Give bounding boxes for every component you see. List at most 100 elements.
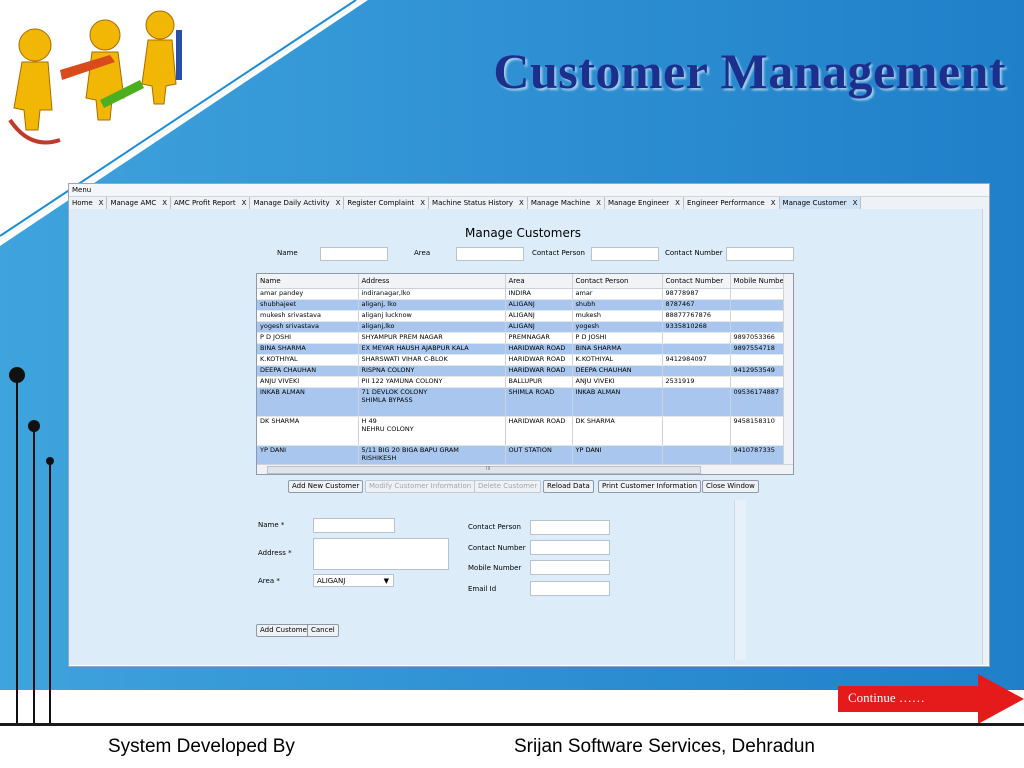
filter-contact-number-label: Contact Number: [665, 249, 723, 257]
form-address-textarea[interactable]: [313, 538, 449, 570]
grid-vertical-scrollbar[interactable]: [783, 274, 793, 464]
tab-manage-engineer[interactable]: Manage Engineer X: [605, 197, 684, 209]
table-row[interactable]: yogesh srivastava aliganj,lko ALIGANJ yoges…: [257, 321, 793, 333]
tab-close-icon[interactable]: X: [242, 197, 247, 209]
table-cell: ALIGANJ: [505, 299, 573, 311]
table-row[interactable]: RASNA PVT LTDSEKAKUI DEHRADUNOUT STATION…: [257, 475, 793, 476]
tab-close-icon[interactable]: X: [771, 197, 776, 209]
tab-manage-amc[interactable]: Manage AMC X: [107, 197, 172, 209]
delete-customer-button[interactable]: Delete Customer: [474, 480, 542, 493]
column-header[interactable]: Contact Person: [572, 274, 663, 289]
table-cell: SHARSWATI VIHAR C-BLOK: [358, 354, 506, 366]
form-name-label: Name *: [258, 521, 285, 529]
column-header[interactable]: Name: [257, 274, 359, 289]
table-cell: HARIDWAR ROAD: [505, 354, 573, 366]
table-cell: 88877767876: [662, 310, 731, 322]
cancel-button[interactable]: Cancel: [307, 624, 339, 637]
tab-home[interactable]: Home X: [69, 197, 108, 209]
table-row[interactable]: shubhajeet aliganj, lko ALIGANJ shubh 878746…: [257, 299, 793, 311]
form-area-select[interactable]: ALIGANJ ▼: [313, 574, 394, 587]
table-cell: RISPNA COLONY: [358, 365, 506, 377]
add-customer-button[interactable]: Add Customer: [256, 624, 314, 637]
tab-manage-daily-activity[interactable]: Manage Daily Activity X: [250, 197, 345, 209]
page-title: Manage Customers: [465, 226, 582, 240]
table-row[interactable]: DEEPA CHAUHAN RISPNA COLONY HARIDWAR ROAD D…: [257, 365, 793, 377]
tab-label: Manage Customer: [782, 199, 847, 207]
scrollbar-thumb[interactable]: III: [267, 466, 701, 474]
table-row[interactable]: mukesh srivastava aliganj lucknow ALIGANJ m…: [257, 310, 793, 322]
continue-label[interactable]: Continue ……: [848, 690, 925, 706]
column-header[interactable]: Area: [505, 274, 573, 289]
filter-contact-person-input[interactable]: [591, 247, 659, 261]
table-row[interactable]: ANJU VIVEKI PII 122 YAMUNA COLONY BALLUPUR…: [257, 376, 793, 388]
side-panel-scroll[interactable]: [734, 500, 746, 660]
chevron-down-icon[interactable]: ▼: [384, 575, 389, 588]
filter-name-label: Name: [277, 249, 298, 257]
filter-name-input[interactable]: [320, 247, 388, 261]
tab-close-icon[interactable]: X: [596, 197, 601, 209]
modify-customer-button[interactable]: Modify Customer Information: [365, 480, 476, 493]
column-header[interactable]: Address: [358, 274, 506, 289]
tab-close-icon[interactable]: X: [675, 197, 680, 209]
add-new-customer-button[interactable]: Add New Customer: [288, 480, 364, 493]
form-area-label: Area *: [258, 577, 280, 585]
tab-close-icon[interactable]: X: [162, 197, 167, 209]
tab-close-icon[interactable]: X: [99, 197, 104, 209]
menu-label[interactable]: Menu: [72, 186, 91, 194]
tab-close-icon[interactable]: X: [519, 197, 524, 209]
table-row[interactable]: DK SHARMA H 49 NEHRU COLONY HARIDWAR ROAD D…: [257, 416, 793, 446]
table-row[interactable]: BINA SHARMA EX MEYAR HAUSH AJABPUR KALA HA…: [257, 343, 793, 355]
tab-label: Manage Engineer: [607, 199, 670, 207]
table-cell: BINA SHARMA: [572, 343, 663, 355]
table-cell: indiranagar,lko: [358, 288, 506, 300]
table-row[interactable]: INKAB ALMAN 71 DEVLOK COLONY SHIMLA BYPAS…: [257, 387, 793, 417]
table-cell: HARIDWAR ROAD: [505, 365, 573, 377]
table-cell: DK SHARMA: [257, 416, 359, 446]
table-cell: K.KOTHIYAL: [257, 354, 359, 366]
table-cell: 8787467: [662, 299, 731, 311]
table-cell: ALIGANJ: [505, 310, 573, 322]
reload-data-button[interactable]: Reload Data: [543, 480, 594, 493]
customer-grid[interactable]: Name Address Area Contact Person Contact…: [256, 273, 794, 475]
table-cell: BALLUPUR: [505, 376, 573, 388]
table-cell: aliganj, lko: [358, 299, 506, 311]
tab-machine-status-history[interactable]: Machine Status History X: [429, 197, 528, 209]
table-cell: 98778987: [662, 288, 731, 300]
table-cell: ALIGANJ: [505, 321, 573, 333]
window-vertical-scrollbar[interactable]: [982, 209, 989, 664]
table-cell: mukesh: [572, 310, 663, 322]
table-cell: OUT STATION: [505, 475, 572, 476]
table-cell: INKAB ALMAN: [572, 387, 663, 417]
tab-label: AMC Profit Report: [174, 199, 236, 207]
tab-register-complaint[interactable]: Register Complaint X: [344, 197, 430, 209]
form-contact-number-input[interactable]: [530, 540, 610, 555]
table-cell: aliganj lucknow: [358, 310, 506, 322]
table-row[interactable]: P D JOSHI SHYAMPUR PREM NAGAR PREMNAGAR P D…: [257, 332, 793, 344]
form-email-input[interactable]: [530, 581, 610, 596]
tab-label: Engineer Performance: [686, 199, 765, 207]
table-row[interactable]: amar pandey indiranagar,lko INDIRA amar 9877…: [257, 288, 793, 300]
form-contact-person-input[interactable]: [530, 520, 610, 535]
form-mobile-number-input[interactable]: [530, 560, 610, 575]
filter-contact-number-input[interactable]: [726, 247, 794, 261]
column-header[interactable]: Contact Number: [662, 274, 731, 289]
table-cell: P D JOSHI: [572, 332, 663, 344]
table-cell: DK SHARMA: [572, 416, 663, 446]
table-cell: PII 122 YAMUNA COLONY: [358, 376, 506, 388]
tab-close-icon[interactable]: X: [853, 197, 858, 209]
table-cell: DEEPA CHAUHAN: [572, 365, 663, 377]
tab-manage-machine[interactable]: Manage Machine X: [528, 197, 605, 209]
filter-area-label: Area: [414, 249, 431, 257]
tab-amc-profit-report[interactable]: AMC Profit Report X: [171, 197, 251, 209]
print-customer-button[interactable]: Print Customer Information: [598, 480, 702, 493]
tab-manage-customer[interactable]: Manage Customer X: [779, 197, 862, 209]
grid-horizontal-scrollbar[interactable]: III: [257, 464, 793, 474]
filter-area-input[interactable]: [456, 247, 524, 261]
tab-close-icon[interactable]: X: [420, 197, 425, 209]
form-name-input[interactable]: [313, 518, 395, 533]
table-cell: PREMNAGAR: [505, 332, 573, 344]
close-window-button[interactable]: Close Window: [702, 480, 759, 493]
tab-close-icon[interactable]: X: [336, 197, 341, 209]
tab-engineer-performance[interactable]: Engineer Performance X: [684, 197, 780, 209]
table-row[interactable]: K.KOTHIYAL SHARSWATI VIHAR C-BLOK HARIDWAR…: [257, 354, 793, 366]
